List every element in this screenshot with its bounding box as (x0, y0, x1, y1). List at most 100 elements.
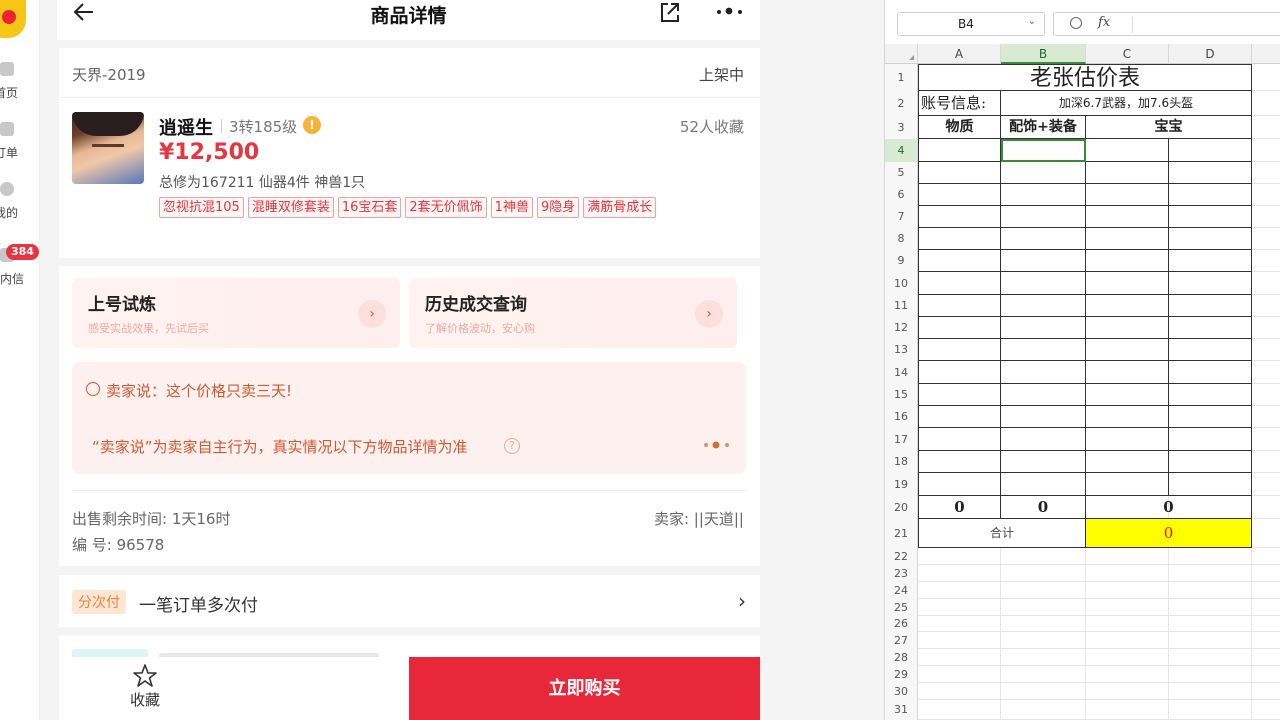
table-cell[interactable] (1001, 184, 1086, 206)
column-header-a[interactable]: A (918, 44, 1001, 64)
row-header[interactable]: 11 (885, 295, 918, 317)
table-cell[interactable] (1001, 339, 1086, 361)
row-header[interactable]: 31 (885, 700, 918, 720)
header-cell[interactable]: 配饰+装备 (1001, 116, 1086, 139)
row-header[interactable]: 13 (885, 339, 918, 361)
app-logo-icon[interactable] (0, 0, 26, 38)
row-header[interactable]: 21 (885, 519, 918, 548)
table-cell[interactable] (918, 272, 1001, 295)
table-cell[interactable] (918, 295, 1001, 317)
table-cell[interactable] (1169, 451, 1252, 473)
account-label-cell[interactable]: 账号信息: (918, 91, 1001, 116)
trade-history-button[interactable]: 历史成交查询 了解价格波动，安心购 › (409, 278, 737, 348)
info-warning-icon[interactable]: ! (303, 116, 321, 134)
header-cell[interactable]: 宝宝 (1086, 116, 1252, 139)
table-cell[interactable] (1086, 295, 1169, 317)
table-cell[interactable] (1001, 384, 1086, 406)
table-cell[interactable] (1086, 162, 1169, 184)
table-cell[interactable] (1001, 451, 1086, 473)
table-cell[interactable] (1001, 473, 1086, 496)
select-all-corner[interactable] (885, 44, 918, 64)
table-cell[interactable] (1086, 451, 1169, 473)
table-cell[interactable] (918, 184, 1001, 206)
row-header[interactable]: 23 (885, 565, 918, 582)
table-cell[interactable] (1169, 228, 1252, 250)
table-cell[interactable] (1169, 162, 1252, 184)
row-header[interactable]: 3 (885, 116, 918, 139)
table-cell[interactable] (1169, 428, 1252, 451)
row-header[interactable]: 6 (885, 184, 918, 206)
sheet-title-cell[interactable]: 老张估价表 (918, 64, 1252, 91)
table-cell[interactable] (918, 206, 1001, 228)
table-cell[interactable] (1086, 250, 1169, 272)
total-cell[interactable]: 0 (918, 496, 1001, 519)
function-icon[interactable]: fx (1098, 15, 1110, 30)
row-header[interactable]: 12 (885, 317, 918, 339)
column-header-e[interactable] (1252, 44, 1280, 64)
seller-name[interactable]: 卖家: ||天道|| (654, 508, 744, 529)
table-cell[interactable] (1086, 228, 1169, 250)
table-cell[interactable] (1086, 428, 1169, 451)
row-header[interactable]: 16 (885, 406, 918, 428)
column-header-d[interactable]: D (1169, 44, 1252, 64)
table-cell[interactable] (1001, 295, 1086, 317)
row-header[interactable]: 1 (885, 64, 918, 91)
row-header[interactable]: 17 (885, 428, 918, 451)
table-cell[interactable] (918, 473, 1001, 496)
active-cell-b4[interactable] (1001, 139, 1086, 162)
rail-item-mine[interactable]: 我的 (0, 182, 40, 232)
table-cell[interactable] (1169, 206, 1252, 228)
row-header[interactable]: 10 (885, 272, 918, 295)
table-cell[interactable] (1169, 184, 1252, 206)
share-icon[interactable] (657, 0, 683, 26)
total-cell[interactable]: 0 (1001, 496, 1086, 519)
table-cell[interactable] (918, 162, 1001, 184)
row-header[interactable]: 30 (885, 683, 918, 700)
table-cell[interactable] (1086, 406, 1169, 428)
rail-item-messages[interactable]: 384 站内信 (0, 244, 40, 298)
row-header[interactable]: 24 (885, 582, 918, 599)
row-header[interactable]: 9 (885, 250, 918, 272)
table-cell[interactable] (1169, 139, 1252, 162)
table-cell[interactable] (1001, 406, 1086, 428)
table-cell[interactable] (1169, 295, 1252, 317)
table-cell[interactable] (918, 250, 1001, 272)
table-cell[interactable] (918, 428, 1001, 451)
table-cell[interactable] (918, 406, 1001, 428)
row-header[interactable]: 26 (885, 616, 918, 632)
table-cell[interactable] (1169, 361, 1252, 384)
row-header[interactable]: 15 (885, 384, 918, 406)
table-cell[interactable] (918, 317, 1001, 339)
row-header[interactable]: 27 (885, 632, 918, 649)
favorite-button[interactable]: 收藏 (115, 663, 175, 715)
table-cell[interactable] (1169, 272, 1252, 295)
sum-label-cell[interactable]: 合计 (918, 519, 1086, 548)
more-icon[interactable] (712, 0, 748, 26)
header-cell[interactable]: 物质 (918, 116, 1001, 139)
table-cell[interactable] (918, 361, 1001, 384)
table-cell[interactable] (1001, 228, 1086, 250)
row-header[interactable]: 5 (885, 162, 918, 184)
installment-row[interactable]: 分次付 一笔订单多次付 › (59, 575, 760, 627)
table-cell[interactable] (1086, 361, 1169, 384)
row-header[interactable]: 14 (885, 361, 918, 384)
table-cell[interactable] (1086, 384, 1169, 406)
table-cell[interactable] (1169, 473, 1252, 496)
table-cell[interactable] (1169, 406, 1252, 428)
character-avatar[interactable] (72, 112, 144, 184)
account-value-cell[interactable]: 加深6.7武器，加7.6头盔 (1001, 91, 1252, 116)
table-cell[interactable] (1001, 162, 1086, 184)
row-header[interactable]: 28 (885, 649, 918, 666)
row-header[interactable]: 18 (885, 451, 918, 473)
table-cell[interactable] (1086, 139, 1169, 162)
table-cell[interactable] (918, 384, 1001, 406)
table-cell[interactable] (1086, 184, 1169, 206)
table-cell[interactable] (1001, 428, 1086, 451)
row-header[interactable]: 25 (885, 599, 918, 616)
table-cell[interactable] (1001, 317, 1086, 339)
row-header[interactable]: 22 (885, 548, 918, 565)
table-cell[interactable] (1086, 272, 1169, 295)
row-header[interactable]: 7 (885, 206, 918, 228)
zoom-icon[interactable] (1070, 17, 1082, 29)
table-cell[interactable] (1001, 250, 1086, 272)
